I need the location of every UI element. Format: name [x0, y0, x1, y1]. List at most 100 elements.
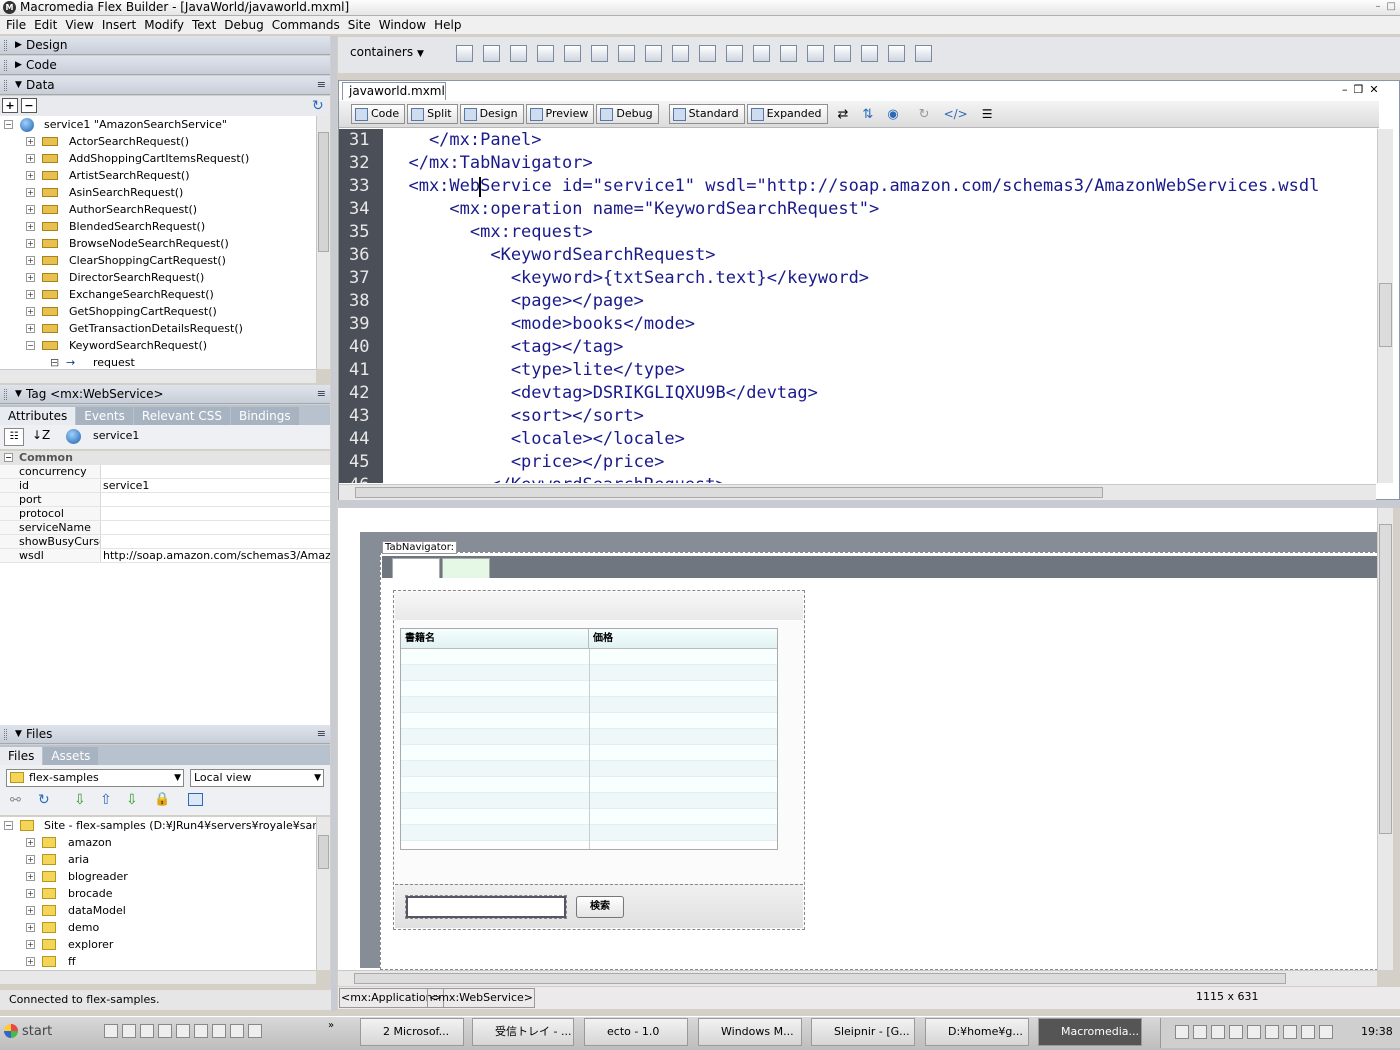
code-line[interactable]: <sort></sort>	[388, 405, 1376, 428]
files-hscrollbar[interactable]	[0, 970, 316, 984]
code-line[interactable]: </mx:TabNavigator>	[388, 152, 1376, 175]
tile-icon[interactable]	[564, 45, 581, 62]
messenger-icon[interactable]	[212, 1024, 226, 1038]
category-view-icon[interactable]: ☷	[4, 428, 24, 446]
panel-splitter[interactable]	[331, 36, 337, 1011]
expand-icon[interactable]: +	[26, 923, 35, 932]
expand-icon[interactable]: +	[26, 940, 35, 949]
view-select[interactable]: Local view ▼	[190, 769, 324, 787]
expand-icon[interactable]: +	[26, 239, 35, 248]
files-vscrollbar[interactable]	[316, 817, 330, 970]
form-icon[interactable]	[645, 45, 662, 62]
validate-icon[interactable]: ⇄	[838, 107, 849, 122]
panel-options-icon[interactable]: ≡	[317, 725, 326, 743]
vdivided-box-icon[interactable]	[618, 45, 635, 62]
code-line[interactable]: <tag></tag>	[388, 336, 1376, 359]
design-hscrollbar[interactable]	[338, 970, 1377, 986]
remove-icon[interactable]: −	[21, 98, 37, 113]
tree-row-operation[interactable]: + GetShoppingCartRequest()	[0, 303, 316, 320]
file-management-icon[interactable]: ⇅	[862, 107, 873, 122]
tab-2[interactable]	[442, 558, 490, 578]
expand-icon[interactable]: +	[26, 154, 35, 163]
code-line[interactable]: <keyword>{txtSearch.text}</keyword>	[388, 267, 1376, 290]
code-line[interactable]: <price></price>	[388, 451, 1376, 474]
tray-app-icon[interactable]	[1265, 1025, 1279, 1039]
code-line[interactable]: <mx:request>	[388, 221, 1376, 244]
menu-insert[interactable]: Insert	[98, 18, 140, 32]
minimize-icon[interactable]: –	[1376, 1, 1381, 12]
menu-view[interactable]: View	[61, 18, 97, 32]
code-line[interactable]: <mx:WebService id="service1" wsdl="http:…	[388, 175, 1376, 198]
property-value[interactable]: http://soap.amazon.com/schemas3/Amaz...	[101, 549, 330, 562]
desktop-icon[interactable]	[230, 1024, 244, 1038]
panel-options-icon[interactable]: ≡	[317, 76, 326, 94]
menu-edit[interactable]: Edit	[30, 18, 61, 32]
tray-app-icon[interactable]	[1247, 1025, 1261, 1039]
expand-icon[interactable]: +	[26, 855, 35, 864]
folder-row[interactable]: + demo	[0, 919, 316, 936]
hbox-icon[interactable]	[483, 45, 500, 62]
tray-app-icon[interactable]	[1175, 1025, 1189, 1039]
folder-row[interactable]: + aria	[0, 851, 316, 868]
tree-row-operation[interactable]: + BlendedSearchRequest()	[0, 218, 316, 235]
panel-options-icon[interactable]: ≡	[317, 385, 326, 403]
code-view-button[interactable]: Code	[351, 104, 406, 124]
menu-window[interactable]: Window	[375, 18, 430, 32]
task-windows-media[interactable]: Windows M...	[698, 1018, 802, 1046]
expand-icon[interactable]: +	[26, 872, 35, 881]
tree-row-operation[interactable]: + ActorSearchRequest()	[0, 133, 316, 150]
window-controls[interactable]: – □	[1376, 1, 1396, 12]
property-value[interactable]	[101, 507, 330, 520]
expand-icon[interactable]: +	[26, 171, 35, 180]
tree-row-request[interactable]: ⊟ → request	[0, 354, 316, 369]
folder-row[interactable]: + blogreader	[0, 868, 316, 885]
code-line[interactable]: <mx:operation name="KeywordSearchRequest…	[388, 198, 1376, 221]
menu-modify[interactable]: Modify	[140, 18, 188, 32]
preview-button[interactable]: Preview	[525, 104, 595, 124]
code-line[interactable]: </mx:Panel>	[388, 129, 1376, 152]
control-bar-icon[interactable]	[753, 45, 770, 62]
sort-az-icon[interactable]: ↓Z	[32, 428, 50, 442]
refresh-design-icon[interactable]: ↻	[919, 107, 930, 122]
expand-icon[interactable]: +	[26, 222, 35, 231]
tree-row-operation[interactable]: + AddShoppingCartItemsRequest()	[0, 150, 316, 167]
form-item-icon[interactable]	[699, 45, 716, 62]
cmd-icon[interactable]	[248, 1024, 262, 1038]
tab-relevant-css[interactable]: Relevant CSS	[133, 407, 230, 425]
vbox-icon[interactable]	[510, 45, 527, 62]
code-line[interactable]: </KeywordSearchRequest>	[388, 474, 1376, 483]
code-line[interactable]: <type>lite</type>	[388, 359, 1376, 382]
expand-icon[interactable]: +	[26, 205, 35, 214]
folder-row[interactable]: + amazon	[0, 834, 316, 851]
expand-panel-icon[interactable]	[188, 793, 203, 806]
tab-bar-icon[interactable]	[915, 45, 932, 62]
title-window-icon[interactable]	[780, 45, 797, 62]
results-datagrid[interactable]: 書籍名 価格	[400, 628, 778, 850]
expand-icon[interactable]: +	[26, 290, 35, 299]
tab-events[interactable]: Events	[76, 407, 133, 425]
menu-file[interactable]: File	[2, 18, 30, 32]
tree-row-operation[interactable]: − KeywordSearchRequest()	[0, 337, 316, 354]
tree-row-operation[interactable]: + AuthorSearchRequest()	[0, 201, 316, 218]
ie-icon[interactable]	[122, 1024, 136, 1038]
design-panel-header[interactable]: ▶ Design	[0, 36, 330, 55]
clock[interactable]: 19:38	[1361, 1025, 1393, 1038]
refresh-icon[interactable]: ↻	[312, 98, 324, 114]
window-size-readout[interactable]: 1115 x 631	[1196, 988, 1259, 1006]
media-player-icon[interactable]	[140, 1024, 154, 1038]
tray-app-icon[interactable]	[1211, 1025, 1225, 1039]
menu-site[interactable]: Site	[344, 18, 375, 32]
property-value[interactable]	[101, 535, 330, 548]
code-area[interactable]: </mx:Panel> </mx:TabNavigator> <mx:WebSe…	[388, 129, 1376, 483]
task-inbox[interactable]: 受信トレイ - ...	[472, 1018, 574, 1046]
split-divider[interactable]	[338, 500, 1400, 508]
tree-row-service[interactable]: − service1 "AmazonSearchService"	[0, 116, 316, 133]
folder-row[interactable]: + brocade	[0, 885, 316, 902]
tab-navigator-icon[interactable]	[861, 45, 878, 62]
expand-icon[interactable]: +	[26, 957, 35, 966]
data-panel-header[interactable]: ▼ Data ≡	[0, 76, 330, 95]
design-view-button[interactable]: Design	[459, 104, 524, 124]
add-icon[interactable]: +	[2, 98, 18, 113]
data-tree-hscrollbar[interactable]	[0, 369, 316, 383]
task-macromedia[interactable]: Macromedia...	[1038, 1018, 1142, 1046]
